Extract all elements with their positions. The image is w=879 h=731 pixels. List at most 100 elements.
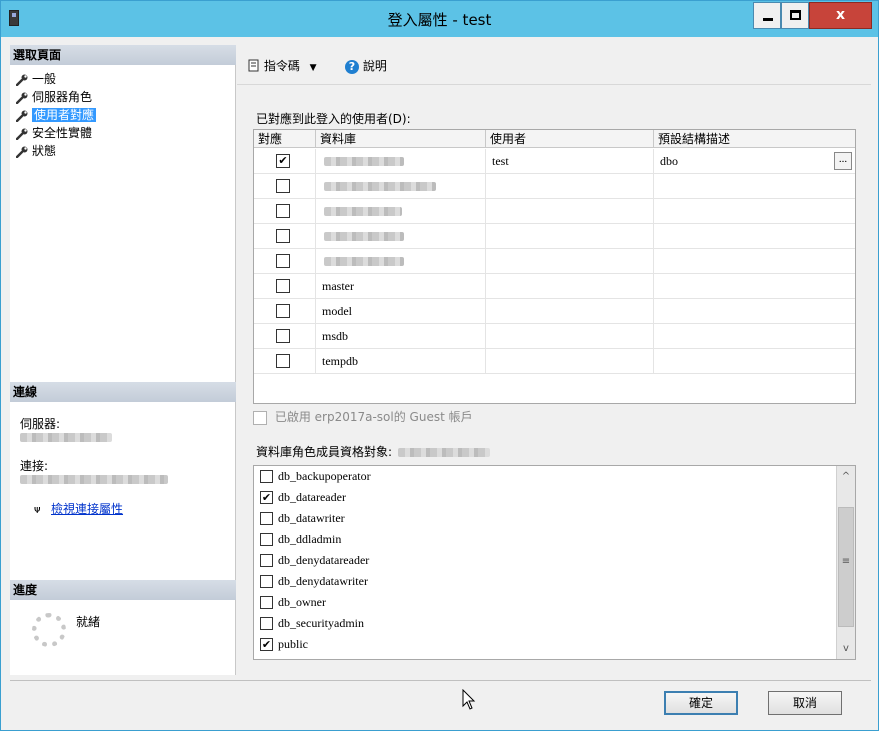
database-name-redacted [324,207,402,216]
connection-label: 連接: [20,459,49,473]
guest-checkbox[interactable] [253,410,267,425]
column-header-database[interactable]: 資料庫 [316,130,486,148]
table-row[interactable] [254,224,855,249]
list-item[interactable]: db_datawriter [260,509,345,530]
role-name: db_denydatawriter [278,574,368,588]
script-icon [248,59,259,72]
map-checkbox[interactable] [276,279,290,293]
mouse-cursor-icon [462,689,476,710]
list-item[interactable]: db_denydatawriter [260,572,368,593]
column-header-user[interactable]: 使用者 [486,130,654,148]
list-item[interactable]: db_owner [260,593,326,614]
list-item[interactable]: db_backupoperator [260,467,371,488]
table-row[interactable] [254,174,855,199]
role-checkbox[interactable]: ✔ [260,638,273,651]
browse-schema-button[interactable]: ... [834,152,852,170]
role-checkbox[interactable] [260,470,273,483]
script-button[interactable]: 指令碼 ▼ [247,57,317,74]
login-properties-window: 登入屬性 - test x 選取頁面 一般 伺服器角色 使用者對應 安全性實體 … [0,0,879,731]
nav-item-label: 使用者對應 [32,108,97,122]
database-name-redacted [324,257,404,266]
role-checkbox[interactable] [260,596,273,609]
chevron-up-icon[interactable]: ^ [837,468,855,485]
database-cell[interactable]: tempdb [316,349,486,374]
table-row[interactable] [254,249,855,274]
column-header-default-schema[interactable]: 預設結構描述 [654,130,855,148]
map-checkbox[interactable] [276,229,290,243]
toolbar: 指令碼 ▼ ? 說明 [237,45,871,85]
map-checkbox[interactable] [276,304,290,318]
nav-item-user-mapping[interactable]: 使用者對應 [16,107,97,124]
progress-status: 就緒 [76,615,101,629]
list-item[interactable]: ✔ public [260,635,308,656]
minimize-button[interactable] [753,2,781,29]
table-row[interactable]: master [254,274,855,299]
minimize-icon [763,18,773,21]
title-bar[interactable]: 登入屬性 - test x [1,1,878,37]
table-row[interactable]: ✔ test dbo ... [254,149,855,174]
role-checkbox[interactable] [260,575,273,588]
role-name: db_securityadmin [278,616,364,630]
role-checkbox[interactable] [260,512,273,525]
select-page-header: 選取頁面 [10,45,236,65]
table-row[interactable]: model [254,299,855,324]
close-button[interactable]: x [809,2,872,29]
maximize-button[interactable] [781,2,809,29]
chevron-down-icon[interactable]: v [837,640,855,657]
guest-account-checkbox[interactable]: 已啟用 erp2017a-sol的 Guest 帳戶 [253,408,473,425]
map-checkbox[interactable]: ✔ [276,154,290,168]
progress-spinner-icon [32,613,66,647]
role-name: db_datawriter [278,511,345,525]
map-checkbox[interactable] [276,329,290,343]
table-row[interactable]: msdb [254,324,855,349]
wrench-icon [16,128,28,140]
role-membership-list: db_backupoperator ✔ db_datareader db_data… [253,465,856,660]
role-checkbox[interactable] [260,533,273,546]
list-item[interactable]: db_ddladmin [260,530,341,551]
map-checkbox[interactable] [276,254,290,268]
help-label: 說明 [362,59,387,73]
nav-item-securables[interactable]: 安全性實體 [16,125,92,142]
wrench-icon [16,74,28,86]
close-icon: x [835,7,846,23]
database-cell[interactable]: model [316,299,486,324]
connection-header: 連線 [10,382,236,402]
list-item[interactable]: db_securityadmin [260,614,364,635]
user-cell[interactable]: test [486,149,654,174]
window-title: 登入屬性 - test [387,11,492,29]
ok-button[interactable]: 確定 [664,691,738,715]
role-name: db_denydatareader [278,553,370,567]
list-item[interactable]: db_denydatareader [260,551,369,572]
role-checkbox[interactable] [260,617,273,630]
dialog-footer: 確定 取消 [10,680,871,724]
database-cell[interactable]: msdb [316,324,486,349]
nav-item-label: 伺服器角色 [32,90,93,104]
nav-item-label: 狀態 [32,144,57,158]
table-row[interactable] [254,199,855,224]
nav-item-status[interactable]: 狀態 [16,143,56,160]
table-row[interactable]: tempdb [254,349,855,374]
role-name: db_ddladmin [278,532,342,546]
database-cell[interactable]: master [316,274,486,299]
chevron-down-icon[interactable]: ▼ [310,63,317,73]
database-name-redacted [324,182,436,191]
nav-item-general[interactable]: 一般 [16,71,56,88]
roles-scrollbar[interactable]: ^ ≡ v [836,466,855,659]
map-checkbox[interactable] [276,204,290,218]
list-item[interactable]: ✔ db_datareader [260,488,346,509]
help-button[interactable]: ? 說明 [345,57,387,74]
cancel-button[interactable]: 取消 [768,691,842,715]
guest-label: 已啟用 erp2017a-sol的 Guest 帳戶 [274,410,473,424]
view-connection-properties-link[interactable]: 檢視連接屬性 [51,500,123,517]
role-checkbox[interactable]: ✔ [260,491,273,504]
scrollbar-thumb[interactable] [838,507,854,627]
column-header-map[interactable]: 對應 [254,130,316,148]
role-checkbox[interactable] [260,554,273,567]
progress-header: 進度 [10,580,236,600]
database-name-redacted [324,232,404,241]
role-name: public [278,637,308,651]
map-checkbox[interactable] [276,179,290,193]
map-checkbox[interactable] [276,354,290,368]
role-name: db_owner [278,595,326,609]
nav-item-server-roles[interactable]: 伺服器角色 [16,89,92,106]
